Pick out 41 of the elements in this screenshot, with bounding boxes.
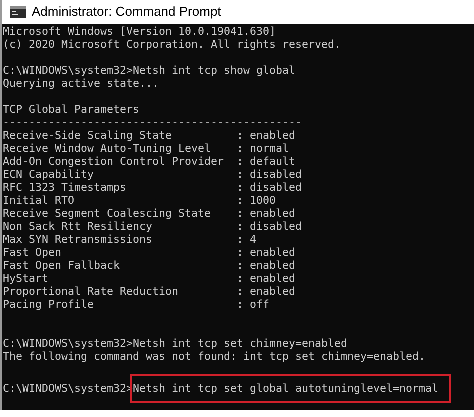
parameter-name: Receive Window Auto-Tuning Level (3, 142, 212, 155)
parameter-value: : enabled (237, 207, 296, 220)
parameter-value: : 4 (237, 233, 257, 246)
console-text: The following command was not found: int tcp set chimney=enabled. (3, 350, 426, 363)
parameter-name: Initial RTO (3, 194, 76, 207)
parameter-name: Proportional Rate Reduction (3, 285, 180, 298)
parameter-value: : disabled (237, 168, 302, 181)
parameter-name: Receive-Side Scaling State (3, 129, 174, 142)
parameter-value: : default (237, 155, 296, 168)
console-text: (c) 2020 Microsoft Corporation. All rights reserved. (3, 38, 342, 51)
parameter-name: Fast Open Fallback (3, 259, 122, 272)
parameter-name: HyStart (3, 272, 50, 285)
command-text: Netsh int tcp set chimney=enabled (133, 337, 348, 350)
window-title: Administrator: Command Prompt (32, 3, 222, 22)
parameter-name: Non Sack Rtt Resiliency (3, 220, 154, 233)
console-text: TCP Global Parameters (3, 103, 140, 116)
parameter-value: : enabled (237, 285, 296, 298)
highlighted-command: Netsh int tcp set global autotuninglevel=normal (130, 374, 451, 403)
parameter-value: : off (237, 298, 270, 311)
command-text: Netsh int tcp show global (133, 64, 296, 77)
console-text: Querying active state... (3, 77, 160, 90)
parameter-value: : normal (237, 142, 290, 155)
console-icon (10, 6, 26, 18)
parameter-value: : disabled (237, 220, 302, 233)
parameter-value: : enabled (237, 272, 296, 285)
parameter-name: ECN Capability (3, 168, 96, 181)
parameter-name: RFC 1323 Timestamps (3, 181, 128, 194)
parameter-name: Pacing Profile (3, 298, 96, 311)
command-prompt: C:\WINDOWS\system32> (3, 64, 134, 77)
parameter-value: : enabled (237, 246, 296, 259)
command-prompt: C:\WINDOWS\system32> (3, 337, 134, 350)
parameter-value: : disabled (237, 181, 302, 194)
parameter-name: Receive Segment Coalescing State (3, 207, 212, 220)
console-text: ---------------------------------------------- (3, 116, 302, 129)
parameter-value: : 1000 (237, 194, 276, 207)
parameter-name: Fast Open (3, 246, 63, 259)
console-text: Microsoft Windows [Version 10.0.19041.630] (3, 25, 276, 38)
parameter-name: Add-On Congestion Control Provider (3, 155, 226, 168)
parameter-name: Max SYN Retransmissions (3, 233, 154, 246)
parameter-value: : enabled (237, 259, 296, 272)
parameter-value: : enabled (237, 129, 296, 142)
